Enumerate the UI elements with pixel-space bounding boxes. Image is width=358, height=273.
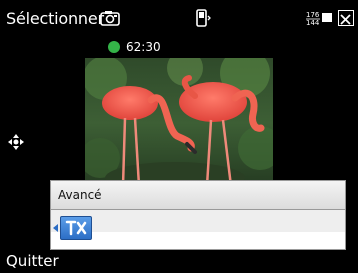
top-bar: Sélectionner 176 144 bbox=[0, 0, 358, 36]
recording-status: 62:30 bbox=[108, 40, 161, 54]
scroll-left-arrow-icon[interactable] bbox=[53, 224, 58, 232]
svg-text:144: 144 bbox=[306, 19, 320, 27]
phone-signal-icon bbox=[194, 8, 214, 32]
advanced-menu-label: Avancé bbox=[58, 188, 102, 202]
resolution-icon: 176 144 bbox=[306, 9, 334, 31]
advanced-menu-footer bbox=[50, 232, 346, 250]
quit-softkey[interactable]: Quitter bbox=[6, 252, 59, 270]
camera-mode-icon bbox=[100, 10, 122, 30]
flamingo-preview bbox=[85, 58, 273, 188]
navigation-pad-icon[interactable] bbox=[7, 133, 25, 155]
advanced-menu-header[interactable]: Avancé bbox=[50, 180, 346, 210]
svg-text:176: 176 bbox=[306, 11, 320, 19]
screen-title: Sélectionner bbox=[6, 9, 104, 28]
recording-indicator bbox=[108, 41, 120, 53]
tools-button[interactable] bbox=[60, 216, 92, 240]
advanced-menu-body bbox=[50, 210, 346, 232]
close-icon bbox=[340, 14, 351, 25]
advanced-menu: Avancé bbox=[50, 180, 346, 250]
recording-timer: 62:30 bbox=[126, 40, 161, 54]
tools-icon bbox=[65, 220, 87, 236]
camera-preview[interactable] bbox=[85, 58, 273, 188]
close-button[interactable] bbox=[338, 10, 354, 26]
